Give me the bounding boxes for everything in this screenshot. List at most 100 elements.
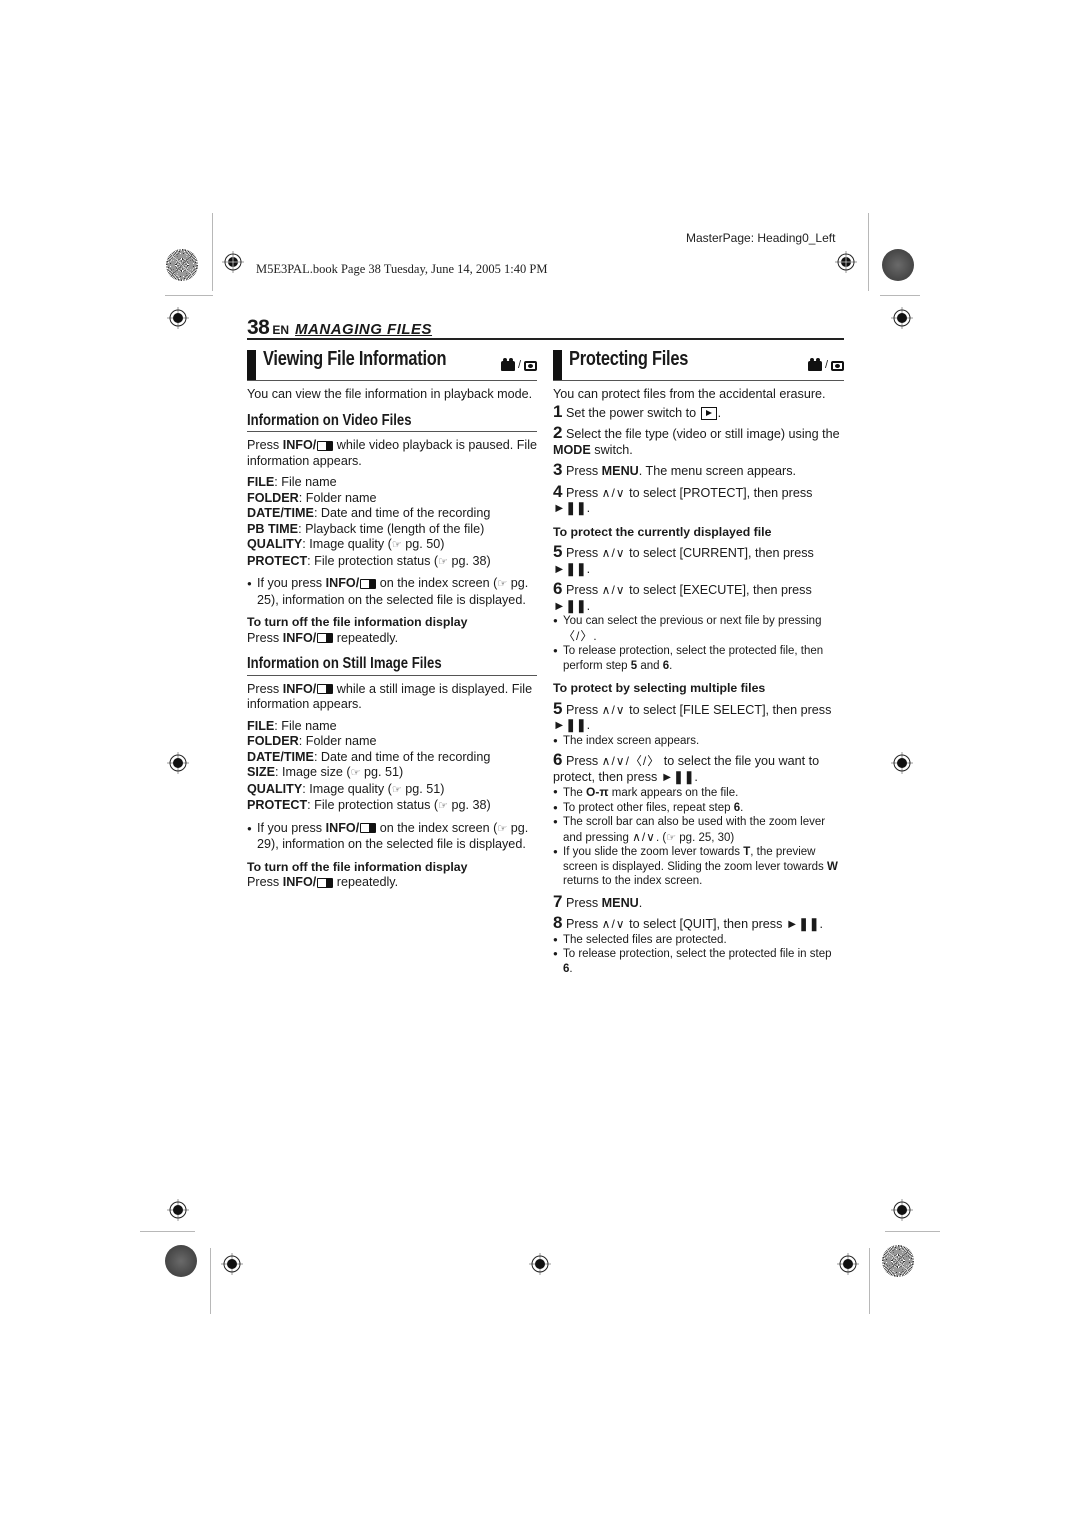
play-pause-icon: ►❚❚ (553, 501, 587, 515)
crop-line (868, 213, 869, 291)
up-down-arrows-icon: ∧/∨ (632, 829, 656, 844)
registration-mark-icon (837, 1253, 859, 1275)
up-down-arrows-icon: ∧/∨ (601, 702, 626, 717)
still-camera-icon (524, 360, 537, 371)
heading-text: Protecting Files (569, 348, 689, 370)
note-protect-mark: The O-π mark appears on the file. (553, 785, 844, 801)
video-index-note: If you press INFO/ on the index screen (… (247, 576, 537, 608)
step-2: 2 Select the file type (video or still i… (553, 423, 840, 457)
field-item: DATE/TIME: Date and time of the recordin… (247, 749, 491, 764)
crop-line (140, 1231, 195, 1232)
turnoff-instruction: Press INFO/ repeatedly. (247, 630, 399, 645)
still-camera-icon (831, 360, 844, 371)
crop-line (165, 295, 213, 296)
protect-key-icon: O-π (586, 785, 609, 799)
crop-line (880, 295, 920, 296)
turnoff-instruction: Press INFO/ repeatedly. (247, 875, 399, 889)
heading-text: Viewing File Information (263, 348, 447, 370)
field-item: FOLDER: Folder name (247, 490, 377, 505)
note-index-screen: The index screen appears. (553, 734, 844, 749)
still-field-list: FILE: File name FOLDER: Folder name DATE… (247, 719, 537, 815)
sunburst-mark-icon (882, 1245, 914, 1277)
still-index-note: If you press INFO/ on the index screen (… (247, 821, 537, 853)
crop-line (212, 213, 213, 291)
left-right-arrows-icon: 〈/〉 (563, 628, 594, 643)
mode-icons: / (500, 357, 537, 374)
field-item: FOLDER: Folder name (247, 734, 377, 748)
reference-icon: ☞ (666, 831, 677, 844)
note-zoom-lever: If you slide the zoom lever towards T, t… (553, 845, 844, 889)
note-files-protected: The selected files are protected. (553, 933, 844, 948)
gray-dot-mark-icon (882, 249, 914, 281)
right-column: Protecting Files / You can protect files… (553, 348, 844, 976)
crop-line (210, 1248, 211, 1314)
field-item: FILE: File name (247, 475, 337, 489)
step-6-multiple: 6 Press ∧/∨/〈/〉 to select the file you w… (553, 750, 820, 784)
field-item: SIZE: Image size (☞ pg. 51) (247, 765, 537, 782)
note-prev-next: You can select the previous or next file… (553, 614, 844, 644)
play-pause-icon: ►❚❚ (553, 718, 587, 732)
up-down-arrows-icon: ∧/∨ (601, 485, 626, 500)
up-down-arrows-icon: ∧/∨ (601, 583, 626, 597)
field-item: PROTECT: File protection status (☞ pg. 3… (247, 554, 537, 571)
turnoff-heading: To turn off the file information display (247, 615, 468, 629)
still-press-instruction: Press INFO/ while a still image is displ… (247, 681, 533, 712)
reference-icon: ☞ (391, 539, 402, 551)
book-info-line: M5E3PAL.book Page 38 Tuesday, June 14, 2… (256, 262, 548, 276)
slash: / (824, 359, 828, 371)
step-8: 8 Press ∧/∨ to select [QUIT], then press… (553, 913, 823, 932)
language-code: EN (272, 323, 290, 337)
reference-icon: ☞ (438, 800, 448, 812)
video-camera-icon (807, 357, 822, 371)
step-5-multiple: 5 Press ∧/∨ to select [FILE SELECT], the… (553, 698, 832, 733)
registration-mark-icon (167, 752, 189, 774)
gray-dot-mark-icon (165, 1245, 197, 1277)
heading-bar (247, 350, 256, 380)
mode-icons: / (807, 357, 844, 374)
info-button-icon (317, 684, 334, 695)
step-3: 3 Press MENU. The menu screen appears. (553, 460, 797, 479)
heading-viewing-file-information: Viewing File Information / (247, 348, 537, 381)
field-item: DATE/TIME: Date and time of the recordin… (247, 506, 491, 520)
info-button-icon (360, 823, 377, 834)
section-title: MANAGING FILES (295, 321, 433, 338)
play-pause-icon: ►❚❚ (785, 917, 820, 931)
registration-mark-icon (167, 1199, 189, 1221)
page-header: 38 EN MANAGING FILES (247, 316, 844, 340)
video-camera-icon (500, 357, 515, 371)
field-item: PB TIME: Playback time (length of the fi… (247, 521, 485, 536)
registration-mark-icon (891, 307, 913, 329)
registration-mark-icon (835, 251, 857, 273)
registration-mark-icon (891, 752, 913, 774)
crop-line (869, 1248, 870, 1314)
subheading-still-image-files: Information on Still Image Files (247, 656, 537, 676)
info-button-icon (317, 440, 334, 451)
heading-protecting-files: Protecting Files / (553, 348, 844, 381)
note-scroll-bar: The scroll bar can also be used with the… (553, 815, 844, 845)
sunburst-mark-icon (166, 249, 198, 281)
reference-icon: ☞ (438, 555, 448, 568)
intro-text: You can protect files from the accidenta… (553, 387, 826, 401)
up-down-arrows-icon: ∧/∨ (601, 917, 626, 931)
video-press-instruction: Press INFO/ while video playback is paus… (247, 438, 538, 468)
step-6-current: 6 Press ∧/∨ to select [EXECUTE], then pr… (553, 579, 812, 613)
heading-bar (553, 350, 562, 380)
four-way-arrows-icon: ∧/∨/〈/〉 (601, 754, 661, 768)
registration-mark-icon (221, 1253, 243, 1275)
intro-text: You can view the file information in pla… (247, 387, 533, 401)
field-item: QUALITY: Image quality (☞ pg. 50) (247, 537, 537, 554)
reference-icon: ☞ (497, 822, 508, 835)
reference-icon: ☞ (497, 578, 508, 590)
note-repeat-step: To protect other files, repeat step 6. (553, 801, 844, 816)
reference-icon: ☞ (391, 783, 402, 796)
step-7: 7 Press MENU. (553, 891, 643, 911)
step-4: 4 Press ∧/∨ to select [PROTECT], then pr… (553, 481, 813, 516)
step-5-current: 5 Press ∧/∨ to select [CURRENT], then pr… (553, 542, 814, 576)
left-column: Viewing File Information / You can view … (247, 348, 538, 891)
registration-mark-icon (167, 307, 189, 329)
playback-mode-icon (700, 406, 717, 420)
registration-mark-icon (222, 251, 244, 273)
current-file-heading: To protect the currently displayed file (553, 524, 772, 539)
subheading-video-files: Information on Video Files (247, 412, 537, 432)
play-pause-icon: ►❚❚ (660, 769, 695, 784)
